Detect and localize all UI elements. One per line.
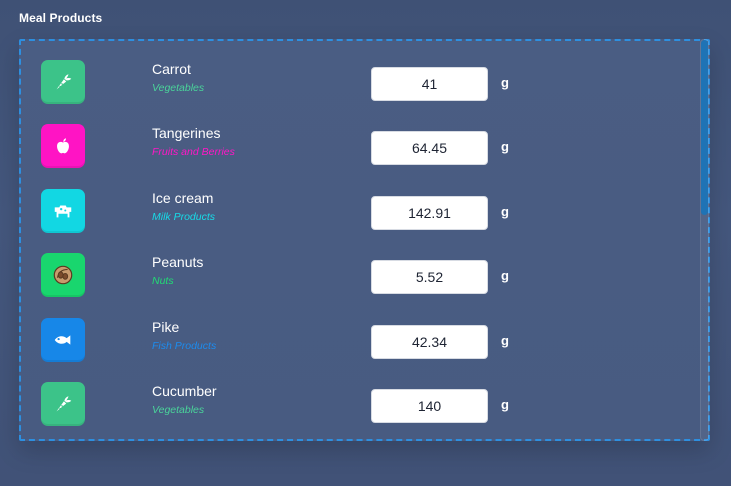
scrollbar-thumb[interactable] <box>701 40 708 215</box>
product-name: Cucumber <box>152 383 217 399</box>
product-category: Vegetables <box>152 404 205 416</box>
quantity-input[interactable] <box>371 67 488 101</box>
unit-label: g <box>501 204 509 219</box>
unit-label: g <box>501 75 509 90</box>
product-category: Vegetables <box>152 82 205 94</box>
carrot-icon <box>41 382 85 426</box>
product-name: Ice cream <box>152 190 214 206</box>
fish-icon <box>41 318 85 362</box>
walnut-icon <box>41 253 85 297</box>
product-row: Pike Fish Products g <box>21 299 691 363</box>
product-category: Milk Products <box>152 211 216 223</box>
cow-icon <box>41 189 85 233</box>
product-row: Cucumber Vegetables g <box>21 363 691 427</box>
product-name: Peanuts <box>152 254 204 270</box>
quantity-input[interactable] <box>371 389 488 423</box>
product-name: Tangerines <box>152 125 221 141</box>
product-row: Carrot Vegetables g <box>21 41 691 105</box>
product-category: Nuts <box>152 275 174 287</box>
apple-icon <box>41 124 85 168</box>
quantity-input[interactable] <box>371 131 488 165</box>
product-row: Ice cream Milk Products g <box>21 170 691 234</box>
product-name: Carrot <box>152 61 191 77</box>
unit-label: g <box>501 397 509 412</box>
scrollbar-track[interactable] <box>700 39 709 441</box>
product-row: Tangerines Fruits and Berries g <box>21 105 691 169</box>
unit-label: g <box>501 333 509 348</box>
product-category: Fruits and Berries <box>152 146 235 158</box>
quantity-input[interactable] <box>371 260 488 294</box>
quantity-input[interactable] <box>371 196 488 230</box>
unit-label: g <box>501 139 509 154</box>
page-title: Meal Products <box>19 11 103 25</box>
quantity-input[interactable] <box>371 325 488 359</box>
unit-label: g <box>501 268 509 283</box>
carrot-icon <box>41 60 85 104</box>
product-name: Pike <box>152 319 180 335</box>
product-category: Fish Products <box>152 340 217 352</box>
meal-products-drop-zone[interactable]: Carrot Vegetables g Tangerines Fruits an… <box>19 39 710 441</box>
product-row: Peanuts Nuts g <box>21 234 691 298</box>
